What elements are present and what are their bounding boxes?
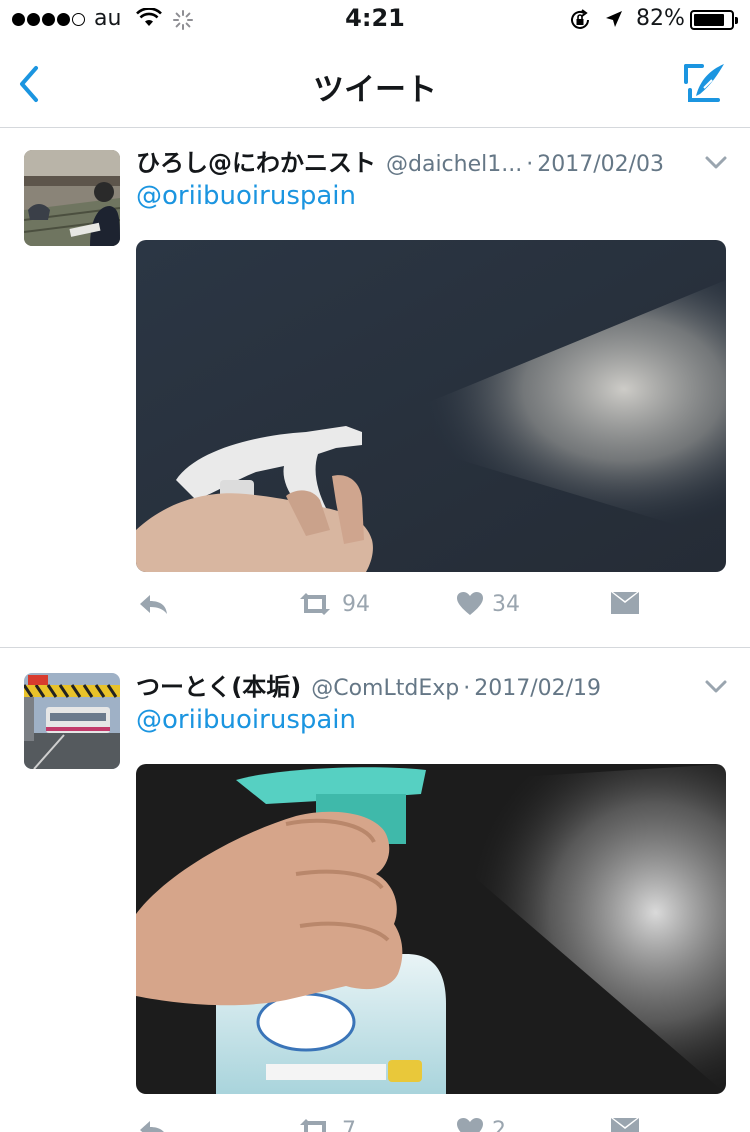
envelope-icon [611, 1118, 639, 1132]
mention-link[interactable]: @oriibuoiruspain [136, 705, 356, 735]
separator: · [463, 676, 471, 701]
battery-percent: 82% [636, 6, 685, 31]
reply-button[interactable] [136, 591, 170, 617]
tweet-actions: 7 2 [136, 1117, 736, 1132]
mention-link[interactable]: @oriibuoiruspain [136, 181, 356, 211]
direct-message-button[interactable] [610, 1117, 640, 1132]
like-button[interactable]: 34 [456, 591, 520, 617]
tweet-photo[interactable] [136, 764, 726, 1094]
retweet-button[interactable]: 94 [296, 591, 370, 617]
separator: · [526, 152, 534, 177]
battery-level [694, 14, 724, 26]
tweet-photo[interactable] [136, 240, 726, 572]
tweet-date[interactable]: 2017/02/19 [474, 676, 601, 701]
screen-name[interactable]: @ComLtdExp [311, 676, 459, 701]
tweet-header: ひろし@にわかニスト @daichel1... · 2017/02/03 [136, 143, 698, 181]
screen-name[interactable]: @daichel1... [386, 152, 522, 177]
tweet-header: つーとく(本垢) @ComLtdExp · 2017/02/19 [136, 667, 698, 705]
tweet-item[interactable]: ひろし@にわかニスト @daichel1... · 2017/02/03 @or… [0, 129, 750, 648]
display-name[interactable]: ひろし@にわかニスト [136, 143, 376, 178]
rotation-lock-icon [568, 8, 592, 36]
tweet-date[interactable]: 2017/02/03 [537, 152, 664, 177]
retweet-button[interactable]: 7 [296, 1117, 356, 1132]
tweet-item[interactable]: つーとく(本垢) @ComLtdExp · 2017/02/19 @oriibu… [0, 649, 750, 1132]
avatar[interactable] [24, 673, 120, 769]
like-count: 2 [492, 1117, 506, 1132]
retweet-count: 94 [342, 591, 370, 617]
battery-icon [690, 10, 738, 30]
like-count: 34 [492, 591, 520, 617]
envelope-icon [611, 592, 639, 614]
retweet-count: 7 [342, 1117, 356, 1132]
direct-message-button[interactable] [610, 591, 640, 615]
reply-icon [140, 595, 167, 614]
retweet-icon [300, 593, 330, 615]
avatar[interactable] [24, 150, 120, 246]
navigation-bar: ツイート [0, 40, 750, 128]
page-title: ツイート [313, 72, 437, 108]
display-name[interactable]: つーとく(本垢) [136, 667, 301, 702]
chevron-down-icon [705, 680, 727, 693]
heart-icon [457, 1118, 483, 1132]
compose-tweet-button[interactable] [682, 60, 728, 106]
chevron-down-icon [705, 156, 727, 169]
reply-button[interactable] [136, 1117, 170, 1132]
tweet-menu-button[interactable] [702, 673, 730, 701]
heart-icon [457, 592, 483, 615]
like-button[interactable]: 2 [456, 1117, 506, 1132]
status-bar: au 4:21 82% [0, 0, 750, 40]
compose-tweet-icon [684, 64, 724, 102]
retweet-icon [300, 1119, 326, 1132]
reply-icon [140, 1121, 164, 1132]
tweet-actions: 94 34 [136, 591, 736, 631]
location-arrow-icon [604, 9, 624, 33]
tweet-menu-button[interactable] [702, 149, 730, 177]
